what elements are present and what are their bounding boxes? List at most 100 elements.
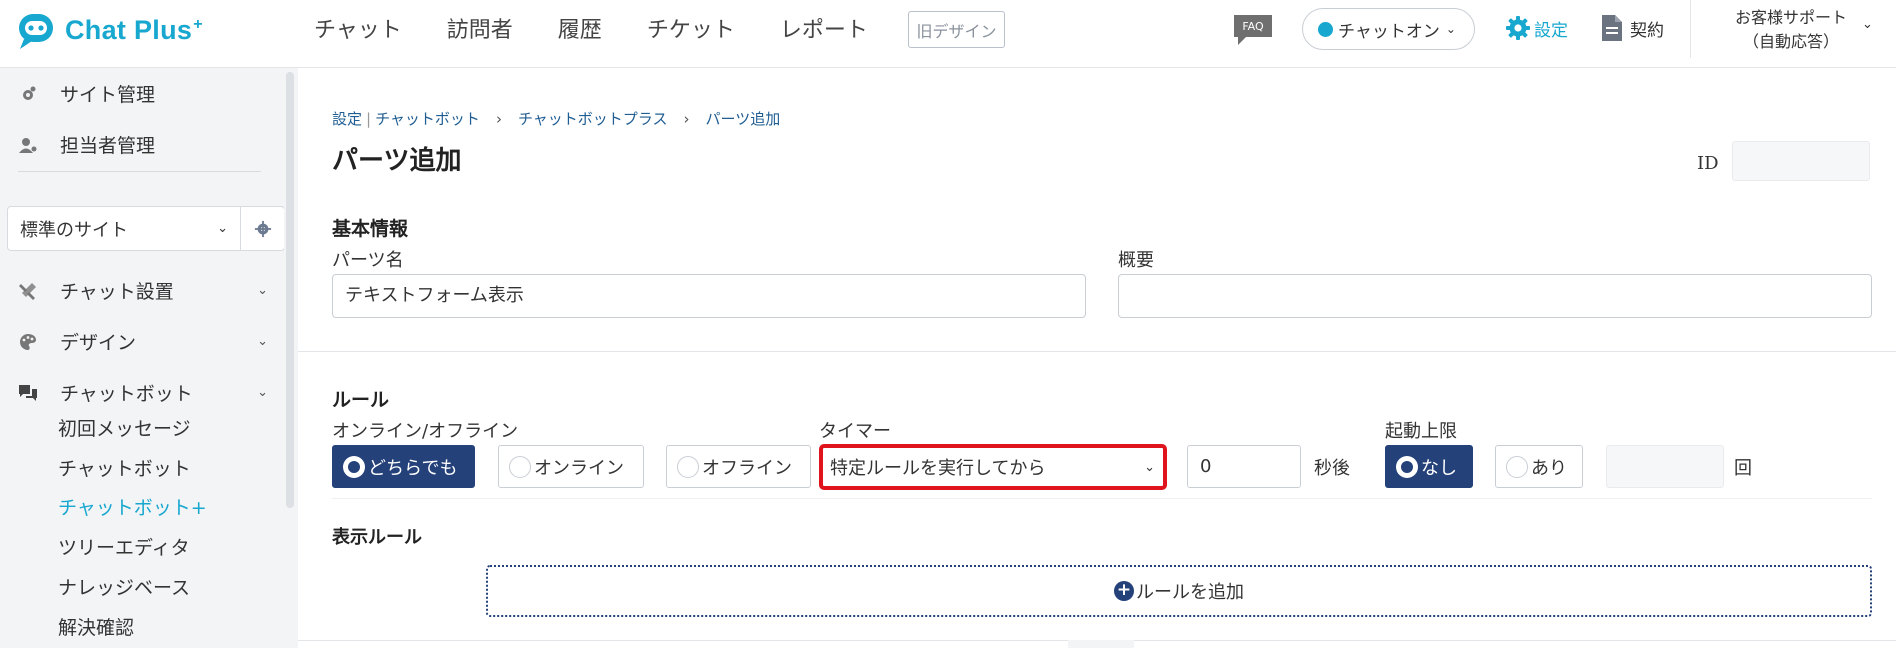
radio-circle-icon (509, 455, 531, 478)
main-content: 設定 | チャットボット › チャットボットプラス › パーツ追加 パーツ追加 … (298, 68, 1896, 648)
chatplus-logo[interactable]: Chat Plus+ (16, 8, 203, 52)
sidebar-item-label: チャット設置 (60, 281, 174, 303)
sidebar-item-site-admin[interactable]: サイト管理 (18, 80, 268, 107)
faq-icon[interactable]: FAQ (1232, 13, 1274, 47)
breadcrumb: 設定 | チャットボット › チャットボットプラス › パーツ追加 (332, 108, 780, 129)
nav-visitors[interactable]: 訪問者 (447, 12, 513, 44)
sidebar: サイト管理 担当者管理 標準のサイト ⌄ チャット設置 ⌄ デザイン ⌄ チャッ… (0, 68, 285, 648)
sidebar-scrollbar-thumb[interactable] (286, 72, 294, 508)
site-select-value: 標準のサイト (20, 219, 128, 241)
next-panel-right (1134, 640, 1896, 648)
timer-label: タイマー (819, 421, 891, 442)
sidebar-item-design[interactable]: デザイン ⌄ (18, 328, 268, 355)
radio-circle-icon (677, 455, 699, 478)
timer-select-value: 特定ルールを実行してから (830, 458, 1046, 479)
parts-name-label: パーツ名 (332, 250, 404, 271)
settings-link[interactable]: 設定 (1504, 14, 1568, 42)
radio-circle-icon (1506, 455, 1528, 478)
contract-link[interactable]: 契約 (1600, 14, 1664, 42)
sidebar-divider (18, 171, 261, 172)
radio-label: オンライン (534, 457, 624, 479)
rule-heading: ルール (332, 389, 390, 411)
radio-limit-none[interactable]: なし (1385, 445, 1473, 488)
radio-label: なし (1421, 457, 1457, 479)
limit-label: 起動上限 (1385, 421, 1457, 442)
support-line1: お客様サポート (1734, 8, 1847, 27)
sidebar-subitem-chatbot[interactable]: チャットボット (58, 454, 191, 481)
sidebar-item-label: デザイン (60, 332, 137, 354)
limit-count-input[interactable] (1606, 445, 1724, 488)
add-rule-label: ルールを追加 (1136, 582, 1244, 603)
header-divider (1690, 0, 1691, 58)
nav-chat[interactable]: チャット (314, 12, 402, 44)
support-menu[interactable]: お客様サポート （自動応答） (1716, 6, 1866, 54)
seconds-input[interactable]: 0 (1187, 445, 1301, 488)
sidebar-item-chat-setup[interactable]: チャット設置 ⌄ (18, 277, 268, 304)
radio-label: オフライン (702, 457, 792, 479)
sidebar-item-label: サイト管理 (60, 84, 156, 106)
rule-divider (332, 498, 1872, 499)
faq-icon-label: FAQ (1242, 20, 1264, 33)
sidebar-item-chatbot[interactable]: チャットボット ⌄ (18, 379, 268, 406)
sidebar-subitem-tree-editor[interactable]: ツリーエディタ (58, 533, 190, 560)
next-panel-left (298, 640, 1068, 648)
breadcrumb-current: パーツ追加 (705, 110, 781, 128)
site-settings-button[interactable] (241, 206, 285, 251)
breadcrumb-separator: › (683, 109, 690, 128)
contract-label: 契約 (1630, 20, 1664, 41)
summary-input[interactable] (1118, 274, 1872, 318)
limit-unit: 回 (1734, 458, 1752, 479)
id-label: ID (1697, 153, 1719, 174)
gear-small-icon (254, 220, 271, 237)
chevron-down-icon: ⌄ (257, 283, 268, 298)
radio-limit-yes[interactable]: あり (1495, 445, 1583, 488)
document-icon (1602, 15, 1622, 41)
page-title: パーツ追加 (332, 146, 462, 176)
radio-either[interactable]: どちらでも (332, 445, 475, 488)
tools-icon (19, 282, 36, 300)
radio-circle-icon (1396, 455, 1418, 478)
sidebar-subitem-resolution-check[interactable]: 解決確認 (58, 613, 134, 640)
sidebar-subitem-first-message[interactable]: 初回メッセージ (58, 414, 191, 441)
radio-label: あり (1531, 457, 1567, 479)
sidebar-item-staff-admin[interactable]: 担当者管理 (18, 131, 268, 158)
top-nav: チャット 訪問者 履歴 チケット レポート (314, 10, 913, 46)
basic-info-heading: 基本情報 (332, 218, 409, 240)
chatplus-logo-icon (19, 14, 53, 49)
site-select[interactable]: 標準のサイト ⌄ (7, 206, 241, 251)
gear-icon (1506, 16, 1530, 40)
chat-status-toggle[interactable]: チャットオン ⌄ (1302, 8, 1475, 50)
breadcrumb-settings[interactable]: 設定 (332, 108, 362, 129)
status-dot-icon (1318, 21, 1333, 37)
nav-history[interactable]: 履歴 (558, 12, 602, 44)
radio-offline[interactable]: オフライン (666, 445, 811, 488)
chevron-down-icon[interactable]: ⌄ (1862, 17, 1873, 32)
seconds-unit: 秒後 (1314, 458, 1350, 479)
page: Chat Plus+ チャット 訪問者 履歴 チケット レポート 旧デザイン F… (0, 0, 1896, 648)
chevron-down-icon: ⌄ (217, 221, 228, 236)
chevron-down-icon: ⌄ (257, 334, 268, 349)
breadcrumb-separator: › (495, 109, 502, 128)
section-divider (298, 351, 1896, 352)
sidebar-subitem-knowledge-base[interactable]: ナレッジベース (58, 573, 190, 600)
sidebar-subitem-chatbot-plus[interactable]: チャットボット+ (58, 493, 207, 520)
breadcrumb-chatbot-plus[interactable]: チャットボットプラス (518, 108, 668, 129)
breadcrumb-bar: | (366, 109, 372, 128)
display-rule-heading: 表示ルール (332, 527, 422, 548)
nav-tickets[interactable]: チケット (647, 12, 735, 44)
logo-text: Chat Plus+ (65, 14, 203, 45)
chevron-down-icon: ⌄ (1144, 459, 1155, 475)
nav-reports[interactable]: レポート (780, 12, 868, 44)
radio-circle-icon (343, 455, 365, 478)
timer-select[interactable]: 特定ルールを実行してから ⌄ (819, 444, 1167, 490)
sidebar-item-label: チャットボット (60, 383, 193, 405)
next-section-edge (298, 640, 1896, 648)
breadcrumb-chatbot[interactable]: チャットボット (375, 108, 480, 129)
old-design-button[interactable]: 旧デザイン (908, 11, 1005, 48)
chevron-down-icon: ⌄ (1445, 22, 1456, 36)
radio-online[interactable]: オンライン (498, 445, 644, 488)
parts-name-input[interactable]: テキストフォーム表示 (332, 274, 1086, 318)
sidebar-item-label: 担当者管理 (60, 135, 156, 157)
gear-small-icon (23, 86, 36, 100)
add-rule-button[interactable]: + ルールを追加 (486, 565, 1872, 617)
